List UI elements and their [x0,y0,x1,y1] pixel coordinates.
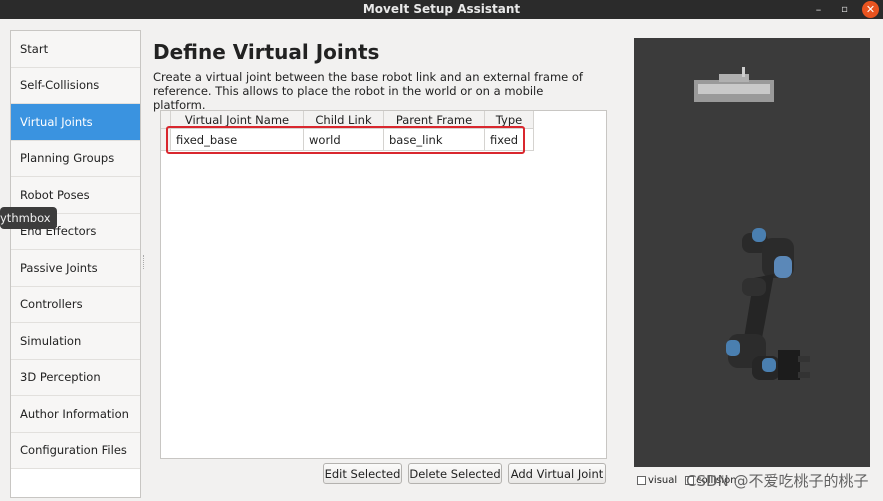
sidebar-item-configuration-files[interactable]: Configuration Files [11,432,140,469]
sidebar-item-passive-joints[interactable]: Passive Joints [11,250,140,287]
table-header: Virtual Joint Name Child Link Parent Fra… [161,111,534,129]
window-title: MoveIt Setup Assistant [362,2,521,16]
column-header-child-link[interactable]: Child Link [304,111,384,129]
page-description: Create a virtual joint between the base … [153,70,583,112]
table-row[interactable]: fixed_base world base_link fixed [161,129,534,151]
maximize-icon[interactable]: ▫ [836,1,853,18]
sidebar-item-planning-groups[interactable]: Planning Groups [11,140,140,177]
sidebar-item-author-information[interactable]: Author Information [11,396,140,433]
visual-checkbox[interactable] [637,475,646,485]
add-virtual-joint-button[interactable]: Add Virtual Joint [508,463,606,484]
edit-selected-button[interactable]: Edit Selected [323,463,402,484]
minimize-icon[interactable]: – [810,1,827,18]
visual-label: visual [648,475,678,486]
splitter-handle-left[interactable] [143,255,145,269]
sidebar-item-3d-perception[interactable]: 3D Perception [11,359,140,396]
column-header-virtual-joint-name[interactable]: Virtual Joint Name [171,111,304,129]
watermark-text: CSDN @不爱吃桃子的桃子 [686,472,869,490]
sidebar-item-virtual-joints[interactable]: Virtual Joints [11,104,140,141]
page-title: Define Virtual Joints [153,40,380,64]
visual-toggle[interactable]: visual [637,475,677,486]
dock-tooltip: ythmbox [0,207,57,229]
sidebar: Start Self-Collisions Virtual Joints Pla… [10,30,141,498]
sidebar-item-simulation[interactable]: Simulation [11,323,140,360]
cell-parent-frame[interactable]: base_link [384,129,485,151]
sidebar-item-self-collisions[interactable]: Self-Collisions [11,67,140,104]
row-header[interactable] [161,129,171,151]
sidebar-item-start[interactable]: Start [11,31,140,68]
close-icon[interactable]: ✕ [862,1,879,18]
column-header-parent-frame[interactable]: Parent Frame [384,111,485,129]
column-header-type[interactable]: Type [485,111,534,129]
cell-virtual-joint-name[interactable]: fixed_base [171,129,304,151]
robot-model-render [694,67,810,380]
virtual-joints-table[interactable]: Virtual Joint Name Child Link Parent Fra… [160,110,607,459]
robot-3d-viewer[interactable] [634,38,870,467]
robot-arm-shape [726,228,810,380]
title-bar: MoveIt Setup Assistant – ▫ ✕ [0,0,883,19]
cell-child-link[interactable]: world [304,129,384,151]
table-corner [161,111,171,129]
sidebar-item-controllers[interactable]: Controllers [11,286,140,323]
delete-selected-button[interactable]: Delete Selected [408,463,502,484]
cell-type[interactable]: fixed [485,129,534,151]
